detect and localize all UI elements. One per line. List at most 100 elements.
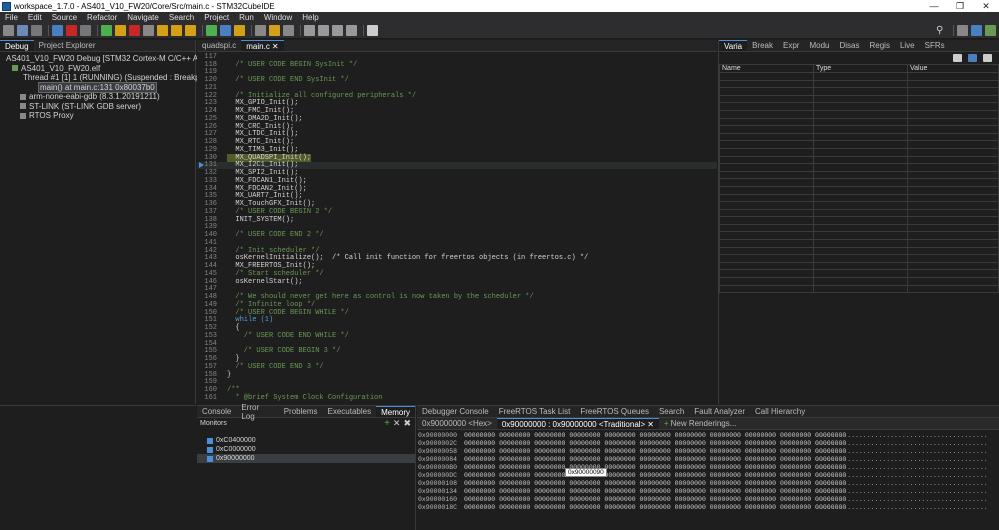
code-line[interactable]: 158} [197, 371, 717, 379]
code-line[interactable]: 135 MX_UART7_Init(); [197, 192, 717, 200]
tab-expressions[interactable]: Expr [778, 40, 804, 51]
tab-breakpoints[interactable]: Break [747, 40, 778, 51]
tab-search[interactable]: Search [654, 406, 689, 417]
pin-icon[interactable] [283, 25, 294, 36]
memory-row[interactable]: 0x90000160 00000000 00000000 00000000 000… [418, 496, 999, 504]
code-line[interactable]: 156 } [197, 355, 717, 363]
code-line[interactable]: 129 MX_TIM3_Init(); [197, 146, 717, 154]
code-line[interactable]: 128 MX_RTC_Init(); [197, 138, 717, 146]
vars-row[interactable] [719, 132, 999, 142]
remove-monitor-icon[interactable]: ✕ [393, 418, 401, 429]
code-line[interactable]: 140 /* USER CODE END 2 */ [197, 231, 717, 239]
memory-row[interactable]: 0x90000108 00000000 00000000 00000000 000… [418, 480, 999, 488]
code-line[interactable]: 136 MX_TouchGFX_Init(); [197, 200, 717, 208]
vars-row[interactable] [719, 117, 999, 127]
run-icon[interactable] [206, 25, 217, 36]
terminate-icon[interactable] [129, 25, 140, 36]
vars-row[interactable] [719, 277, 999, 286]
suspend-icon[interactable] [115, 25, 126, 36]
tab-disassembly[interactable]: Disas [834, 40, 864, 51]
vars-row[interactable] [719, 193, 999, 203]
code-line[interactable]: 151 while (1) [197, 316, 717, 324]
tab-memory[interactable]: Memory [376, 406, 415, 417]
code-line[interactable]: 127 MX_LTDC_Init(); [197, 130, 717, 138]
code-line[interactable]: 120 /* USER CODE END SysInit */ [197, 76, 717, 84]
tab-debugger-console[interactable]: Debugger Console [417, 406, 494, 417]
new-icon[interactable] [3, 25, 14, 36]
back-icon[interactable] [304, 25, 315, 36]
code-line[interactable]: 124 MX_FMC_Init(); [197, 107, 717, 115]
code-line[interactable]: 119 [197, 68, 717, 76]
menu-navigate[interactable]: Navigate [122, 13, 164, 22]
monitor-item[interactable]: 0xC0000000 [197, 445, 415, 454]
code-line[interactable]: 160/** [197, 386, 717, 394]
vars-row[interactable] [719, 72, 999, 81]
code-line[interactable]: 137 /* USER CODE BEGIN 2 */ [197, 208, 717, 216]
save-all-icon[interactable] [31, 25, 42, 36]
tab-live[interactable]: Live [895, 40, 920, 51]
memory-row[interactable]: 0x90000058 00000000 00000000 00000000 000… [418, 448, 999, 456]
debug-config-icon[interactable] [66, 25, 77, 36]
vars-row[interactable] [719, 261, 999, 271]
memory-rows[interactable]: 0x90000000 00000000 00000000 00000000 000… [417, 430, 999, 512]
tab-project-explorer[interactable]: Project Explorer [34, 40, 101, 51]
forward-icon[interactable] [318, 25, 329, 36]
tree-item-stlink[interactable]: ST-LINK (ST-LINK GDB server) [0, 102, 195, 112]
code-line[interactable]: 148 /* We should never get here as contr… [197, 293, 717, 301]
col-type[interactable]: Type [813, 64, 908, 73]
code-line[interactable]: 130 MX_QUADSPI_Init(); [197, 153, 717, 162]
vars-row[interactable] [719, 163, 999, 172]
highlight-icon[interactable] [269, 25, 280, 36]
memory-row[interactable]: 0x900000B0 00000000 00000000 00000000 000… [418, 464, 999, 472]
tab-console[interactable]: Console [197, 406, 236, 417]
code-line[interactable]: 155 /* USER CODE BEGIN 3 */ [197, 347, 717, 355]
tab-modules[interactable]: Modu [804, 40, 834, 51]
tab-new-renderings[interactable]: + New Renderings... [659, 418, 741, 429]
menu-window[interactable]: Window [259, 13, 297, 22]
code-line[interactable]: 143 osKernelInitialize(); /* Call init f… [197, 254, 717, 262]
vars-row[interactable] [719, 216, 999, 225]
code-line[interactable]: 147 [197, 285, 717, 293]
tab-quadspi[interactable]: quadspi.c [197, 40, 241, 51]
vars-row[interactable] [719, 185, 999, 195]
vars-row[interactable] [719, 155, 999, 165]
code-line[interactable]: 141 [197, 239, 717, 247]
resume-icon[interactable] [101, 25, 112, 36]
menu-project[interactable]: Project [199, 13, 234, 22]
code-line[interactable]: 134 MX_FDCAN2_Init(); [197, 185, 717, 193]
view-menu-icon[interactable] [983, 54, 992, 62]
tab-fault-analyzer[interactable]: Fault Analyzer [689, 406, 750, 417]
tab-hex-rendering[interactable]: 0x90000000 <Hex> [417, 418, 497, 429]
code-line[interactable]: 138 INIT_SYSTEM(); [197, 216, 717, 224]
code-line[interactable]: 157 /* USER CODE END 3 */ [197, 363, 717, 371]
layout-icon[interactable] [968, 54, 977, 62]
code-line[interactable]: 144 MX_FREERTOS_Init(); [197, 262, 717, 270]
vars-row[interactable] [719, 94, 999, 104]
step-into-icon[interactable] [157, 25, 168, 36]
memory-row[interactable]: 0x9000018C 00000000 00000000 00000000 000… [418, 504, 999, 512]
search-icon[interactable]: ⚲ [936, 25, 947, 36]
memory-row[interactable]: 0x90000084 00000000 00000000 00000000 000… [418, 456, 999, 464]
vars-row[interactable] [719, 109, 999, 119]
search-toolbar-icon[interactable] [255, 25, 266, 36]
vars-row[interactable] [719, 178, 999, 187]
code-line[interactable]: 125 MX_DMA2D_Init(); [197, 115, 717, 123]
maximize-button[interactable]: ❐ [947, 1, 973, 12]
tab-main-c[interactable]: main.c ✕ [241, 40, 284, 51]
tab-traditional-rendering[interactable]: 0x90000000 : 0x90000000 <Traditional> ✕ [496, 418, 659, 429]
menu-refactor[interactable]: Refactor [82, 13, 122, 22]
prev-annotation-icon[interactable] [346, 25, 357, 36]
memory-row[interactable]: 0x9000002C 00000000 00000000 00000000 000… [418, 440, 999, 448]
remove-all-monitors-icon[interactable]: ✖ [403, 418, 411, 429]
tab-freertos-task-list[interactable]: FreeRTOS Task List [494, 406, 576, 417]
code-line[interactable]: 146 osKernelStart(); [197, 278, 717, 286]
vars-row[interactable] [719, 231, 999, 241]
variables-table[interactable]: Name Type Value [719, 64, 999, 294]
save-icon[interactable] [17, 25, 28, 36]
col-name[interactable]: Name [719, 64, 814, 73]
code-line[interactable]: 139 [197, 223, 717, 231]
vars-row[interactable] [719, 147, 999, 157]
code-line[interactable]: 123 MX_GPIO_Init(); [197, 99, 717, 107]
monitor-item-selected[interactable]: 0x90000000 [197, 454, 415, 463]
memory-row[interactable]: 0x90000134 00000000 00000000 00000000 000… [418, 488, 999, 496]
